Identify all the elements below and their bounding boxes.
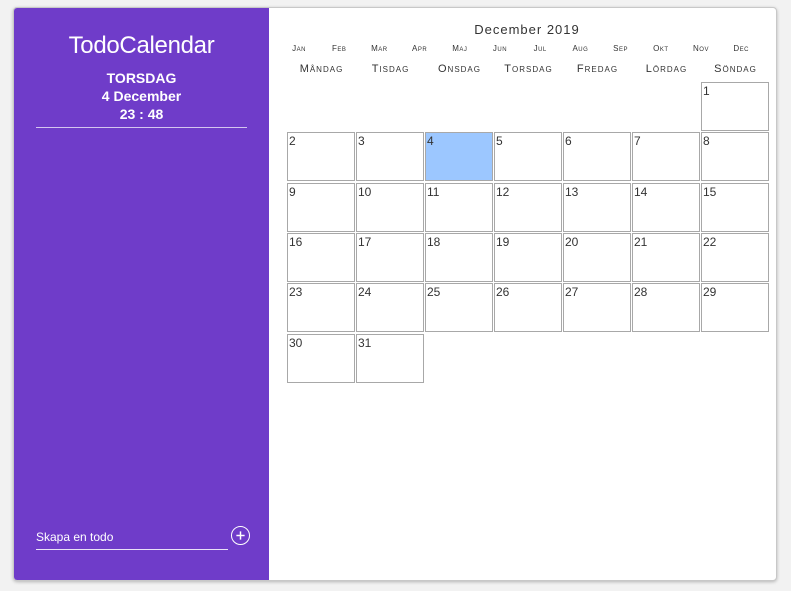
weekday-label: Onsdag: [437, 63, 481, 75]
day-number: 2: [289, 134, 296, 149]
current-time: 23 : 48: [119, 106, 164, 122]
day-cell[interactable]: 30: [287, 333, 355, 383]
month-link-nov[interactable]: Nov: [681, 44, 721, 53]
day-cell[interactable]: 22: [701, 232, 769, 282]
plus-icon: [236, 531, 245, 540]
day-cell[interactable]: 29: [701, 283, 769, 333]
day-cell[interactable]: 21: [632, 232, 700, 282]
day-cell[interactable]: 31: [356, 333, 424, 383]
day-cell[interactable]: 10: [356, 182, 424, 232]
month-link-aug[interactable]: Aug: [560, 44, 600, 53]
month-title: December 2019: [474, 22, 580, 37]
day-cell[interactable]: 27: [563, 283, 631, 333]
day-number: 29: [703, 285, 717, 300]
day-number: 31: [358, 335, 372, 350]
day-cell[interactable]: 20: [563, 232, 631, 282]
day-number: 25: [427, 285, 441, 300]
month-link-jun[interactable]: Jun: [480, 44, 520, 53]
month-link-maj[interactable]: Maj: [440, 44, 480, 53]
day-cell[interactable]: 12: [494, 182, 562, 232]
day-number: 20: [565, 234, 579, 249]
month-link-feb[interactable]: Feb: [319, 44, 359, 53]
month-link-mar[interactable]: Mar: [359, 44, 399, 53]
day-cell[interactable]: 16: [287, 232, 355, 282]
day-cell[interactable]: 25: [425, 283, 493, 333]
day-cell[interactable]: 24: [356, 283, 424, 333]
month-link-okt[interactable]: Okt: [641, 44, 681, 53]
day-cell[interactable]: 13: [563, 182, 631, 232]
day-number: 8: [703, 134, 710, 149]
day-number: 11: [427, 184, 440, 199]
day-number: 3: [358, 134, 365, 149]
weekday-label: Torsdag: [504, 63, 553, 75]
day-number: 28: [634, 285, 648, 300]
todo-input[interactable]: [36, 526, 228, 548]
day-number: 16: [289, 234, 303, 249]
day-number: 13: [565, 184, 579, 199]
sidebar-divider: [36, 127, 247, 128]
day-cell[interactable]: 8: [701, 132, 769, 182]
day-number: 24: [358, 285, 372, 300]
day-number: 7: [634, 134, 641, 149]
day-number: 14: [634, 184, 648, 199]
weekday-label: Lördag: [645, 63, 688, 75]
day-cell[interactable]: 3: [356, 132, 424, 182]
month-link-jul[interactable]: Jul: [520, 44, 560, 53]
day-number: 22: [703, 234, 717, 249]
day-number: 12: [496, 184, 510, 199]
month-selector: Jan Feb Mar Apr Maj Jun Jul Aug Sep Okt Nov Dec: [287, 44, 769, 56]
day-cell[interactable]: 17: [356, 232, 424, 282]
sidebar: TodoCalendar TORSDAG 4 December 23 : 48: [14, 8, 269, 580]
current-date: 4 December: [101, 88, 182, 104]
month-link-dec[interactable]: Dec: [721, 44, 761, 53]
day-cell[interactable]: 15: [701, 182, 769, 232]
app-window: TodoCalendar TORSDAG 4 December 23 : 48 …: [13, 7, 777, 581]
month-link-jan[interactable]: Jan: [279, 44, 319, 53]
month-link-sep[interactable]: Sep: [601, 44, 641, 53]
day-cell[interactable]: 6: [563, 132, 631, 182]
weekday-header: Måndag Tisdag Onsdag Torsdag Fredag Lördag Sön…: [287, 63, 769, 77]
day-cell[interactable]: 7: [632, 132, 700, 182]
weekday-label: Tisdag: [371, 63, 410, 75]
day-number: 17: [358, 234, 372, 249]
app-title: TodoCalendar: [68, 32, 215, 59]
day-cell[interactable]: 5: [494, 132, 562, 182]
todo-input-wrapper: [36, 526, 228, 550]
day-number: 27: [565, 285, 579, 300]
day-number: 5: [496, 134, 503, 149]
day-number: 26: [496, 285, 510, 300]
day-cell[interactable]: 9: [287, 182, 355, 232]
day-cell[interactable]: 28: [632, 283, 700, 333]
day-cell[interactable]: 2: [287, 132, 355, 182]
day-number: 15: [703, 184, 717, 199]
add-todo-button[interactable]: [231, 526, 250, 545]
day-number: 4: [427, 134, 434, 149]
day-number: 30: [289, 335, 303, 350]
day-number: 1: [703, 84, 710, 98]
day-number: 18: [427, 234, 441, 249]
weekday-label: Fredag: [576, 63, 619, 75]
day-number: 19: [496, 234, 510, 249]
day-cell[interactable]: 23: [287, 283, 355, 333]
calendar-panel: December 2019 Jan Feb Mar Apr Maj Jun Jul Aug Se…: [269, 8, 776, 580]
current-weekday: TORSDAG: [106, 70, 177, 86]
day-number: 9: [289, 184, 296, 199]
day-cell[interactable]: 11: [425, 182, 493, 232]
weekday-label: Söndag: [714, 63, 757, 75]
day-cell[interactable]: 14: [632, 182, 700, 232]
day-number: 6: [565, 134, 572, 149]
day-number: 23: [289, 285, 303, 300]
day-cell-today[interactable]: 4: [425, 132, 493, 182]
day-cell[interactable]: 26: [494, 283, 562, 333]
day-cell[interactable]: 18: [425, 232, 493, 282]
weekday-label: Måndag: [299, 63, 344, 75]
calendar-grid: 1 2 3 4 5 6 7 8 9 10 11 12 13 14 15 16 17 18 19 20 21 22 23 24 2…: [287, 82, 769, 384]
day-cell[interactable]: 19: [494, 232, 562, 282]
month-link-apr[interactable]: Apr: [400, 44, 440, 53]
day-number: 21: [634, 234, 648, 249]
day-number: 10: [358, 184, 372, 199]
day-cell[interactable]: 1: [701, 82, 769, 131]
